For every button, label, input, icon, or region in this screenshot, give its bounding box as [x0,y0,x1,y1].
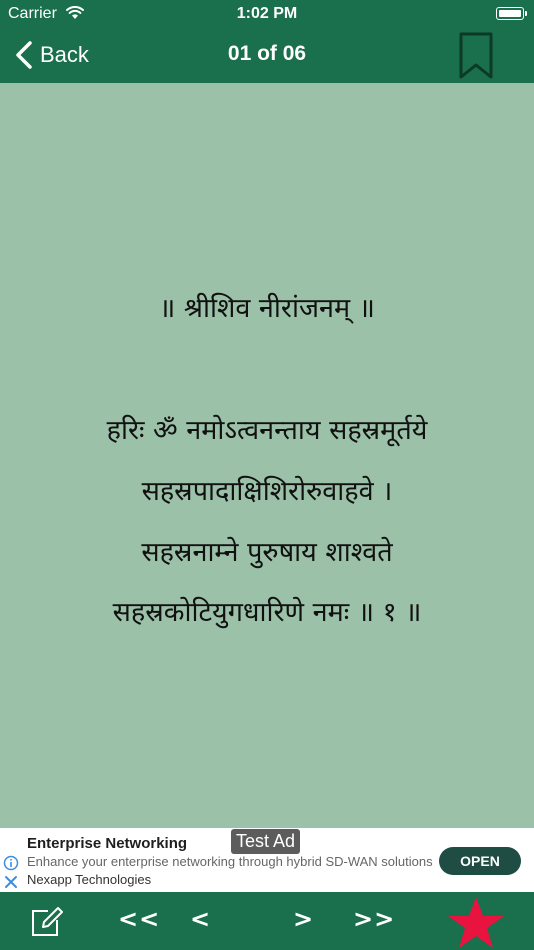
bottom-toolbar: << < > >> [0,892,534,950]
test-ad-badge: Test Ad [231,829,301,854]
verse-content: ॥ श्रीशिव नीरांजनम् ॥ हरिः ॐ नमोऽत्वनन्त… [0,83,534,828]
verse-line: सहस्रपादाक्षिशिरोरुवाहवे । [141,476,393,507]
back-label: Back [40,42,89,67]
verse-line: सहस्रनाम्ने पुरुषाय शाश्वते [141,537,393,568]
bookmark-icon[interactable] [458,32,494,80]
battery-icon [496,7,527,20]
navigation-bar: Back 01 of 06 [0,28,534,83]
next-page-button[interactable]: > [293,905,314,933]
chevron-left-icon [16,41,32,69]
status-bar: Carrier 1:02 PM [0,0,534,28]
close-icon[interactable] [3,874,19,890]
edit-note-icon[interactable] [30,904,64,938]
last-page-button[interactable]: >> [353,905,395,933]
back-button[interactable]: Back [14,39,89,71]
first-page-button[interactable]: << [118,905,160,933]
previous-page-button[interactable]: < [190,905,211,933]
status-time: 1:02 PM [236,5,298,22]
ad-description[interactable]: Enhance your enterprise networking throu… [27,854,433,869]
verse-line: हरिः ॐ नमोऽत्वनन्ताय सहस्रमूर्तये [106,415,428,446]
verse-line: सहस्रकोटियुगधारिणे नमः ॥ १ ॥ [112,597,422,628]
ad-open-button[interactable]: OPEN [439,847,521,875]
star-icon[interactable] [446,895,506,950]
ad-banner[interactable]: Enterprise Networking Enhance your enter… [0,828,534,892]
info-icon[interactable] [3,855,19,871]
ad-advertiser[interactable]: Nexapp Technologies [27,872,151,887]
verse-title: ॥ श्रीशिव नीरांजनम् ॥ [159,293,375,324]
ad-headline[interactable]: Enterprise Networking [27,835,187,852]
